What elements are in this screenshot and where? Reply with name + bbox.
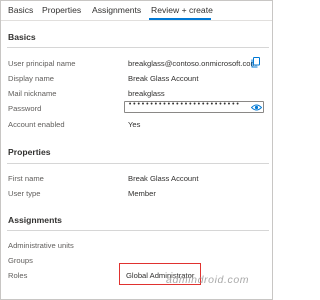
eye-icon[interactable] (251, 103, 262, 112)
value-user-type: Member (128, 189, 156, 198)
active-tab-indicator (149, 18, 211, 20)
section-divider (7, 163, 269, 164)
section-title-basics: Basics (8, 32, 36, 42)
copy-icon[interactable] (251, 57, 260, 68)
label-display-name: Display name (8, 74, 55, 83)
label-roles: Roles (8, 271, 28, 280)
tab-review-create[interactable]: Review + create (151, 5, 213, 15)
section-divider (7, 47, 269, 48)
review-create-panel: Basics Properties Assignments Review + c… (0, 0, 273, 300)
value-account-enabled: Yes (128, 120, 141, 129)
label-mail-nickname: Mail nickname (8, 89, 57, 98)
label-groups: Groups (8, 256, 33, 265)
value-user-principal-name: breakglass@contoso.onmicrosoft.com (128, 59, 257, 68)
section-title-properties: Properties (8, 147, 51, 157)
section-divider (7, 230, 269, 231)
value-first-name: Break Glass Account (128, 174, 199, 183)
value-display-name: Break Glass Account (128, 74, 199, 83)
tab-assignments[interactable]: Assignments (92, 5, 141, 15)
section-title-assignments: Assignments (8, 215, 62, 225)
label-user-principal-name: User principal name (8, 59, 76, 68)
label-user-type: User type (8, 189, 41, 198)
password-mask: •••••••••••••••••••••••••• (128, 101, 240, 109)
tab-bar: Basics Properties Assignments Review + c… (1, 1, 272, 21)
label-account-enabled: Account enabled (8, 120, 65, 129)
value-mail-nickname: breakglass (128, 89, 165, 98)
tab-properties[interactable]: Properties (42, 5, 81, 15)
label-first-name: First name (8, 174, 44, 183)
label-administrative-units: Administrative units (8, 241, 74, 250)
label-password: Password (8, 104, 42, 113)
watermark: admindroid.com (166, 274, 250, 286)
tab-basics[interactable]: Basics (8, 5, 33, 15)
password-field[interactable]: •••••••••••••••••••••••••• (124, 101, 264, 113)
